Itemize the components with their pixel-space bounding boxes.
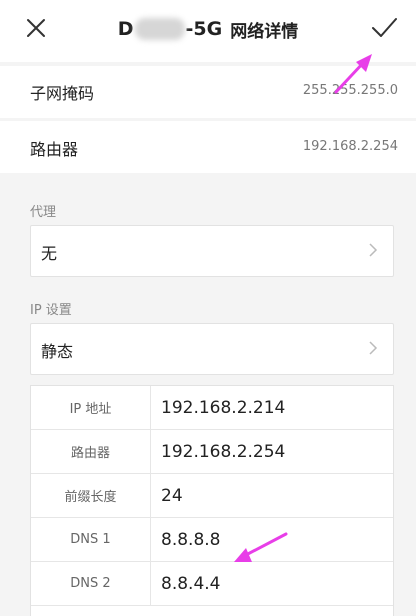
table-row: DNS 1 8.8.8.8: [31, 518, 393, 562]
subnet-mask-label: 子网掩码: [30, 84, 95, 103]
table-row: DNS 2 8.8.4.4: [31, 562, 393, 606]
router-row: 路由器 192.168.2.254: [0, 121, 416, 173]
network-name-prefix: D: [117, 18, 134, 40]
ip-settings-value: 静态: [41, 342, 74, 361]
annotation-arrow-icon: [234, 532, 288, 562]
router-value: 192.168.2.254: [302, 139, 398, 154]
dns1-field[interactable]: 8.8.8.8: [161, 518, 220, 561]
proxy-section-label: 代理: [30, 205, 57, 220]
dns2-label: DNS 2: [31, 562, 151, 605]
table-row: 前缀长度 24: [31, 474, 393, 518]
gateway-field[interactable]: 192.168.2.254: [161, 430, 285, 473]
close-button[interactable]: [20, 12, 52, 44]
table-row: IP 地址 192.168.2.214: [31, 386, 393, 430]
chevron-right-icon: [369, 341, 378, 355]
confirm-button[interactable]: [368, 12, 400, 44]
page-title: D -5G 网络详情: [0, 0, 416, 58]
page-title-label: 网络详情: [230, 21, 299, 42]
annotation-arrow-icon: [334, 54, 372, 94]
static-ip-table: IP 地址 192.168.2.214 路由器 192.168.2.254 前缀…: [30, 385, 394, 616]
checkmark-icon: [372, 18, 397, 37]
ip-address-field[interactable]: 192.168.2.214: [161, 386, 285, 429]
prefix-length-field[interactable]: 24: [161, 474, 183, 517]
proxy-select[interactable]: 无: [30, 225, 394, 277]
gateway-label: 路由器: [31, 430, 151, 473]
ip-settings-section-label: IP 设置: [30, 303, 72, 318]
proxy-value: 无: [41, 244, 58, 263]
dns1-label: DNS 1: [31, 518, 151, 561]
network-name-suffix: -5G: [185, 18, 223, 40]
prefix-length-label: 前缀长度: [31, 474, 151, 517]
close-icon: [27, 19, 45, 37]
ip-address-label: IP 地址: [31, 386, 151, 429]
table-row: 路由器 192.168.2.254: [31, 430, 393, 474]
chevron-right-icon: [369, 243, 378, 257]
ip-settings-select[interactable]: 静态: [30, 323, 394, 375]
dns2-field[interactable]: 8.8.4.4: [161, 562, 220, 605]
router-label: 路由器: [30, 140, 79, 159]
redaction-blur: [134, 18, 185, 40]
